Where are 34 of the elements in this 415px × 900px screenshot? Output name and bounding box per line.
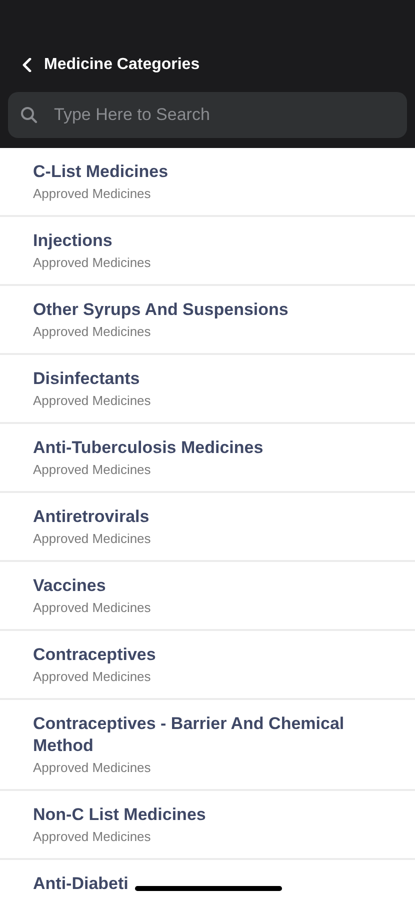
category-item[interactable]: Contraceptives - Barrier And Chemical Method Approved Medicines (0, 700, 415, 791)
category-subtitle: Approved Medicines (33, 668, 152, 686)
category-name: Contraceptives - Barrier And Chemical Method (33, 713, 346, 757)
category-item[interactable]: Antiretrovirals Approved Medicines (0, 493, 415, 562)
category-subtitle: Approved Medicines (33, 759, 152, 777)
category-name: Contraceptives (33, 644, 156, 666)
category-item[interactable]: Contraceptives Approved Medicines (0, 631, 415, 700)
category-subtitle: Approved Medicines (33, 461, 152, 479)
category-name: Other Syrups And Suspensions (33, 299, 288, 321)
category-item[interactable]: Vaccines Approved Medicines (0, 562, 415, 631)
category-item[interactable]: Injections Approved Medicines (0, 217, 415, 286)
category-name: Anti-Tuberculosis Medicines (33, 437, 264, 459)
category-item[interactable]: Disinfectants Approved Medicines (0, 355, 415, 424)
search-field[interactable]: Type Here to Search (8, 92, 407, 138)
category-subtitle: Approved Medicines (33, 828, 152, 846)
category-name: Antiretrovirals (33, 506, 150, 528)
category-subtitle: Approved Medicines (33, 323, 152, 341)
category-subtitle: Approved Medicines (33, 599, 152, 617)
category-subtitle: Approved Medicines (33, 530, 152, 548)
category-name: Disinfectants (33, 368, 140, 390)
back-icon[interactable] (22, 58, 32, 72)
category-name: Anti-Diabeti (33, 873, 128, 895)
category-subtitle: Approved Medicines (33, 185, 152, 203)
category-name: Injections (33, 230, 112, 252)
category-name: Non-C List Medicines (33, 804, 206, 826)
category-name: C-List Medicines (33, 161, 168, 183)
category-subtitle: Approved Medicines (33, 254, 152, 272)
category-name: Vaccines (33, 575, 106, 597)
category-subtitle: Approved Medicines (33, 392, 152, 410)
page-title: Medicine Categories (44, 56, 200, 74)
category-item[interactable]: C-List Medicines Approved Medicines (0, 148, 415, 217)
category-item[interactable]: Other Syrups And Suspensions Approved Medicines (0, 286, 415, 355)
category-item[interactable]: Anti-Tuberculosis Medicines Approved Medicines (0, 424, 415, 493)
category-item[interactable]: Non-C List Medicines Approved Medicines (0, 791, 415, 860)
